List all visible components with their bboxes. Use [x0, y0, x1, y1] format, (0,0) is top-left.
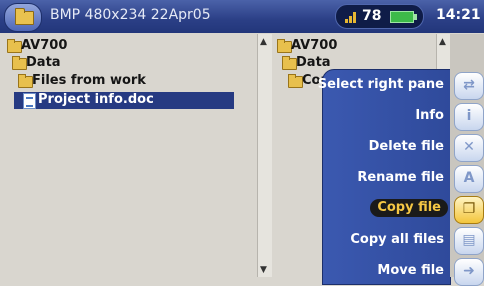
item-label: AV700: [291, 38, 338, 53]
info-icon[interactable]: i: [454, 103, 484, 131]
folder-icon: [288, 74, 303, 88]
file-info-title: BMP 480x234 22Apr05: [50, 7, 211, 23]
scroll-down-icon[interactable]: ▼: [260, 265, 267, 275]
menu-item-copy-all-files[interactable]: Copy all files: [350, 232, 444, 247]
context-menu: Select right pane Info Delete file Renam…: [318, 69, 451, 285]
battery-icon: [390, 11, 417, 23]
copy-all-icon[interactable]: ▤: [454, 227, 484, 255]
level-value: 78: [362, 8, 382, 24]
selected-file-row[interactable]: Project info.doc: [14, 92, 234, 109]
left-pane: AV700 Data Files from work Project info.…: [0, 34, 256, 277]
menu-item-copy-file[interactable]: Copy file: [370, 199, 448, 217]
list-item[interactable]: AV700: [4, 38, 254, 55]
copy-icon[interactable]: ❐: [454, 196, 484, 224]
item-label: Files from work: [32, 73, 146, 88]
folder-icon: [15, 8, 34, 25]
signal-level-icon: [345, 12, 357, 23]
list-item[interactable]: AV700: [274, 38, 434, 55]
menu-item-info[interactable]: Info: [415, 108, 444, 123]
scroll-up-icon[interactable]: ▲: [439, 37, 446, 47]
rename-icon[interactable]: A: [454, 165, 484, 193]
status-indicator: 78: [335, 4, 424, 29]
move-icon[interactable]: ➜: [454, 258, 484, 286]
list-item[interactable]: Data: [4, 55, 254, 72]
folder-icon: [282, 56, 297, 70]
menu-item-move-file[interactable]: Move file: [377, 263, 444, 278]
item-label: Data: [296, 55, 331, 70]
clock: 14:21: [436, 7, 481, 23]
list-item[interactable]: Files from work: [4, 73, 254, 90]
folder-icon: [277, 39, 292, 53]
pane-switch-icon[interactable]: ⇄: [454, 72, 484, 100]
browser-folder-button[interactable]: [4, 3, 42, 32]
menu-item-rename-file[interactable]: Rename file: [357, 170, 444, 185]
folder-icon: [18, 74, 33, 88]
title-bar: BMP 480x234 22Apr05 78 14:21: [0, 0, 484, 33]
folder-icon: [7, 39, 22, 53]
menu-icon-column: ⇄ i ✕ A ❐ ▤ ➜: [450, 34, 484, 286]
left-scrollbar[interactable]: ▲ ▼: [257, 34, 273, 277]
folder-icon: [12, 56, 27, 70]
document-icon: [23, 93, 36, 109]
item-label: Project info.doc: [38, 92, 154, 107]
item-label: AV700: [21, 38, 68, 53]
menu-item-delete-file[interactable]: Delete file: [369, 139, 444, 154]
menu-item-select-right-pane[interactable]: Select right pane: [318, 77, 444, 92]
item-label: Data: [26, 55, 61, 70]
scroll-up-icon[interactable]: ▲: [260, 37, 267, 47]
delete-icon[interactable]: ✕: [454, 134, 484, 162]
